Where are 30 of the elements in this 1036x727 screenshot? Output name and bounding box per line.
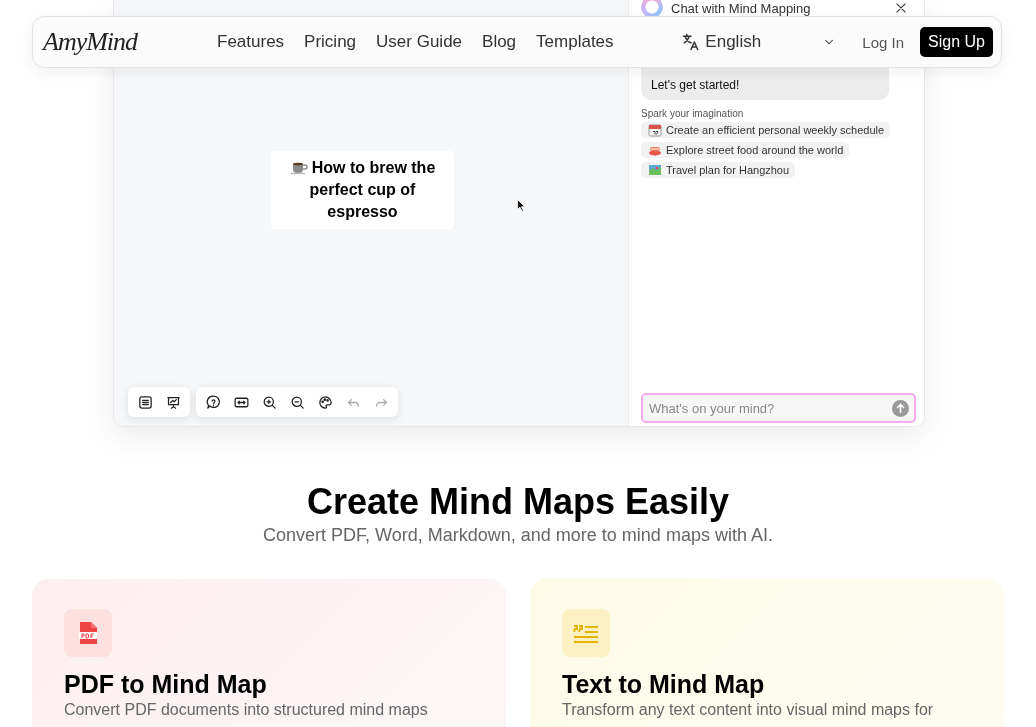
calendar-icon: [648, 123, 662, 137]
chat-input[interactable]: What's on your mind?: [641, 393, 916, 423]
suggestion-chip[interactable]: Travel plan for Hangzhou: [641, 162, 796, 178]
language-select[interactable]: English: [681, 32, 837, 52]
chat-title: Chat with Mind Mapping: [671, 1, 812, 16]
feature-title: Text to Mind Map: [562, 669, 766, 699]
logo[interactable]: AmyMind: [43, 27, 217, 57]
mind-map-node[interactable]: How to brew the perfect cup of espresso: [271, 151, 454, 229]
mouse-pointer-icon: [517, 199, 525, 212]
feature-title: PDF to Mind Map: [64, 669, 268, 699]
node-title: How to brew the perfect cup of espresso: [309, 159, 436, 220]
help-icon: [204, 393, 222, 411]
close-icon: [894, 0, 908, 15]
suggestion-chip[interactable]: Create an efficient personal weekly schedule: [641, 122, 891, 138]
suggestions-label: Spark your imagination: [641, 108, 745, 119]
suggestion-chip[interactable]: Explore street food around the world: [641, 142, 850, 158]
palette-icon: [316, 393, 334, 411]
feature-description: Transform any text content into visual mind maps for: [562, 700, 935, 719]
nav-link[interactable]: Pricing: [304, 32, 357, 52]
feature-description: Convert PDF documents into structured mind maps: [64, 700, 429, 719]
signup-button[interactable]: Sign Up: [920, 27, 993, 57]
send-icon[interactable]: [892, 400, 909, 417]
nav-link[interactable]: Templates: [536, 32, 614, 52]
nav-link[interactable]: Features: [217, 32, 285, 52]
section-subtitle: Convert PDF, Word, Markdown, and more to mind maps with AI.: [263, 524, 773, 547]
section-heading: Create Mind Maps Easily: [306, 481, 730, 523]
nav-link[interactable]: Blog: [482, 32, 517, 52]
nav-link[interactable]: User Guide: [376, 32, 463, 52]
outline-icon: [136, 393, 154, 411]
map-icon: [648, 163, 662, 177]
